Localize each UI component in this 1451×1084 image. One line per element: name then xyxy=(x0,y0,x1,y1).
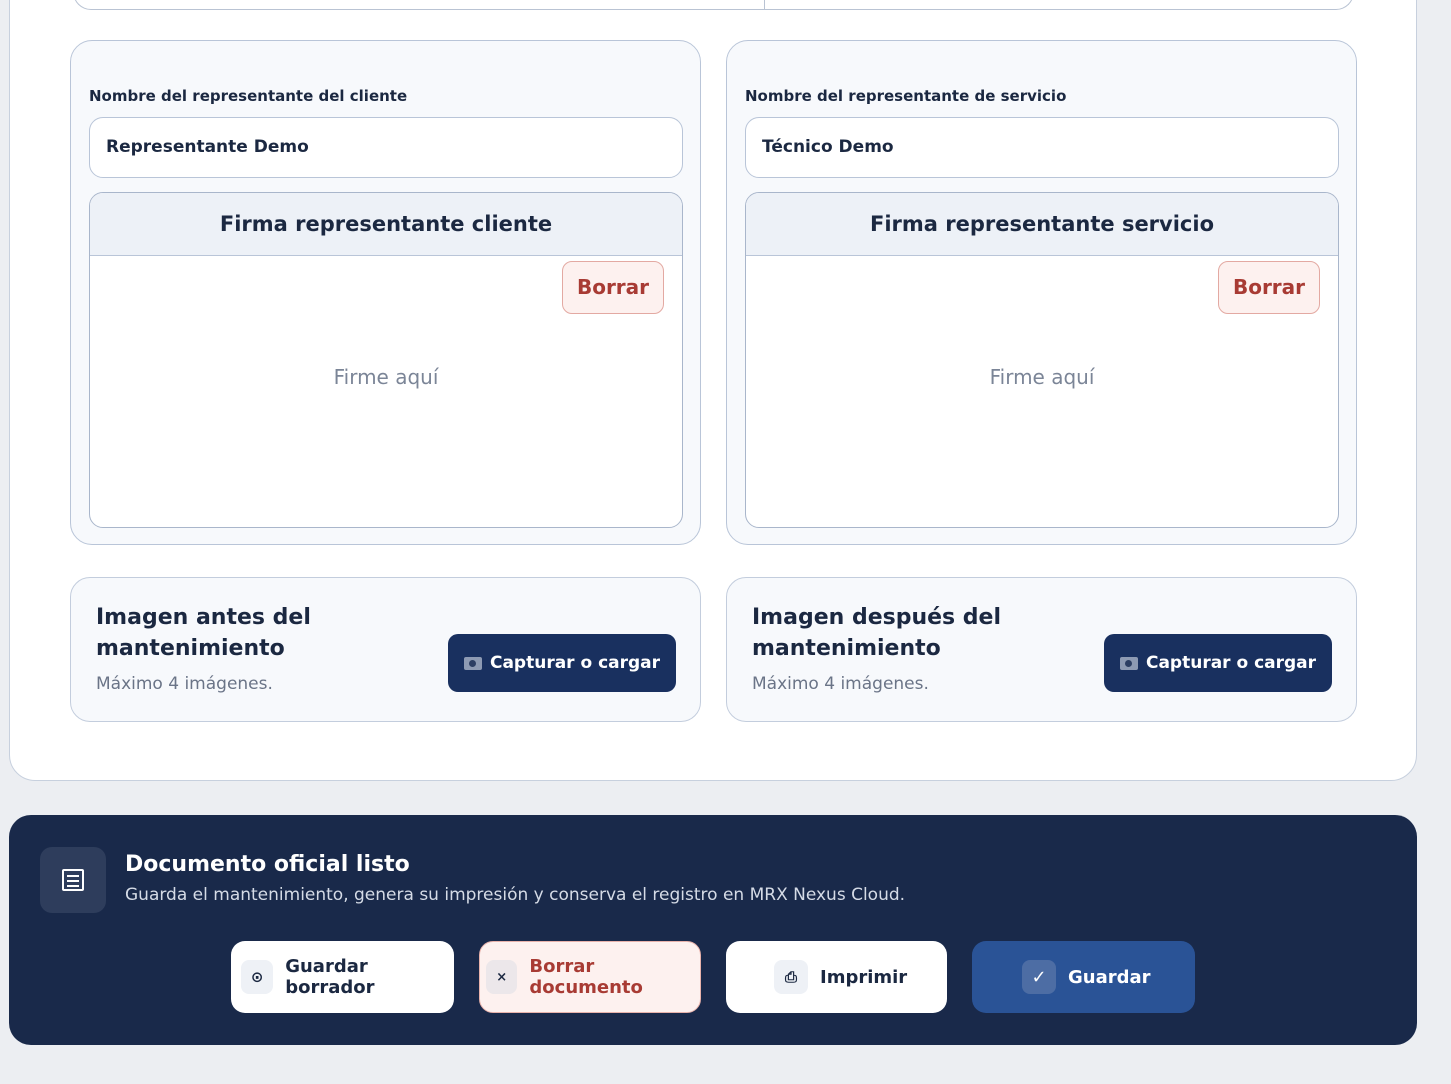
service-signature-box: Firma representante servicio Borrar Firm… xyxy=(745,192,1339,528)
before-capture-button[interactable]: Capturar o cargar xyxy=(448,634,676,692)
section-divider xyxy=(764,0,765,10)
check-icon: ✓ xyxy=(1022,960,1056,994)
save-button[interactable]: ✓ Guardar xyxy=(972,941,1195,1013)
footer-title: Documento oficial listo xyxy=(125,852,410,877)
after-capture-button[interactable]: Capturar o cargar xyxy=(1104,634,1332,692)
after-image-panel: Imagen después del mantenimiento Máximo … xyxy=(726,577,1357,722)
service-signature-pad[interactable]: Firme aquí xyxy=(746,365,1338,389)
client-name-input[interactable]: Representante Demo xyxy=(89,117,683,178)
previous-section-bottom xyxy=(73,0,1354,10)
save-label: Guardar xyxy=(1068,966,1151,988)
after-capture-label: Capturar o cargar xyxy=(1145,653,1317,673)
document-ready-footer: Documento oficial listo Guarda el manten… xyxy=(9,815,1417,1045)
camera-icon xyxy=(1119,656,1138,670)
delete-document-label: Borrar documento xyxy=(529,956,643,998)
disk-icon: ⊙ xyxy=(241,960,274,994)
client-signature-title: Firma representante cliente xyxy=(90,193,682,256)
printer-icon: ⎙ xyxy=(774,960,808,994)
service-signature-panel: Nombre del representante de servicio Téc… xyxy=(726,40,1357,545)
footer-subtitle: Guarda el mantenimiento, genera su impre… xyxy=(125,885,906,905)
service-name-label: Nombre del representante de servicio xyxy=(745,87,1067,105)
before-capture-label: Capturar o cargar xyxy=(489,653,661,673)
after-image-title: Imagen después del mantenimiento xyxy=(752,605,1002,661)
print-label: Imprimir xyxy=(820,966,908,988)
after-image-note: Máximo 4 imágenes. xyxy=(752,674,929,694)
camera-icon xyxy=(463,656,482,670)
before-image-panel: Imagen antes del mantenimiento Máximo 4 … xyxy=(70,577,701,722)
delete-document-button[interactable]: × Borrar documento xyxy=(479,941,701,1013)
service-signature-title: Firma representante servicio xyxy=(746,193,1338,256)
client-signature-panel: Nombre del representante del cliente Rep… xyxy=(70,40,701,545)
save-draft-label: Guardar borrador xyxy=(285,956,375,998)
save-draft-button[interactable]: ⊙ Guardar borrador xyxy=(231,941,454,1013)
service-name-input[interactable]: Técnico Demo xyxy=(745,117,1339,178)
client-clear-signature-button[interactable]: Borrar xyxy=(562,261,664,314)
service-clear-signature-button[interactable]: Borrar xyxy=(1218,261,1320,314)
document-icon-box xyxy=(40,847,106,913)
document-list-icon xyxy=(62,869,84,891)
before-image-title: Imagen antes del mantenimiento xyxy=(96,605,311,661)
before-image-note: Máximo 4 imágenes. xyxy=(96,674,273,694)
print-button[interactable]: ⎙ Imprimir xyxy=(726,941,947,1013)
client-signature-pad[interactable]: Firme aquí xyxy=(90,365,682,389)
client-name-label: Nombre del representante del cliente xyxy=(89,87,408,105)
client-signature-box: Firma representante cliente Borrar Firme… xyxy=(89,192,683,528)
close-icon: × xyxy=(486,960,518,994)
